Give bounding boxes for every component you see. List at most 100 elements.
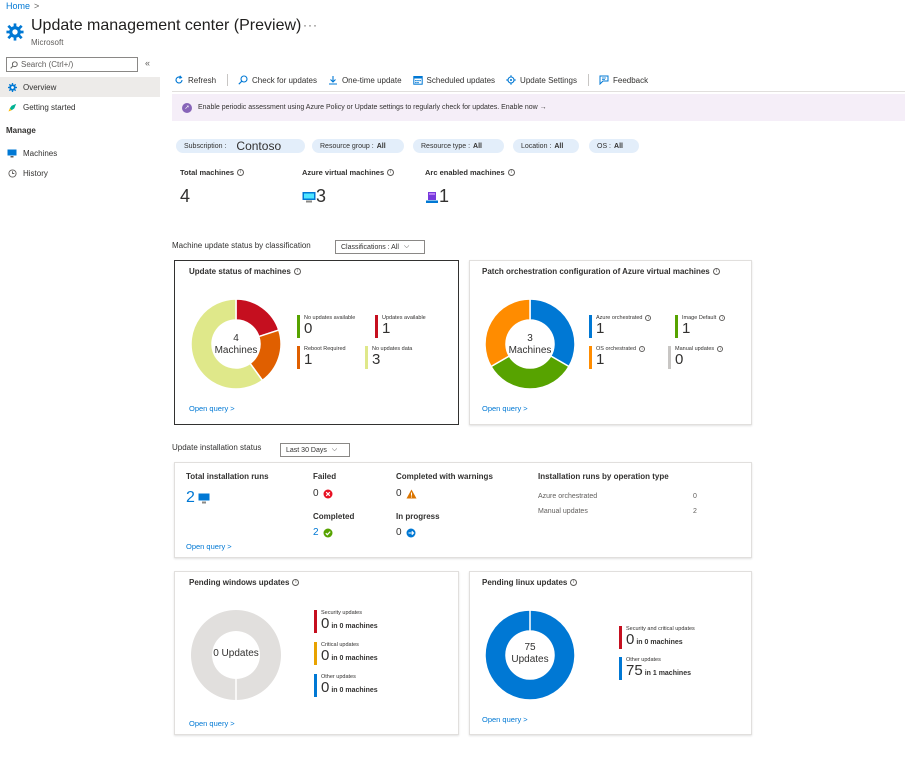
check-for-updates-label: Check for updates	[252, 75, 317, 85]
info-icon[interactable]: i	[237, 169, 245, 176]
total-runs-label: Total installation runs	[186, 472, 269, 481]
total-runs-value[interactable]: 2	[186, 489, 210, 507]
donut-center-value: 75	[524, 642, 536, 653]
legend-machines: in 0 machines	[331, 623, 378, 630]
pending-linux-card[interactable]: Pending linux updates i 75 Updates Securit…	[469, 571, 752, 735]
update-settings-button[interactable]: Update Settings	[506, 75, 577, 85]
warnings-label: Completed with warnings	[396, 472, 493, 481]
feedback-button[interactable]: Feedback	[599, 75, 648, 85]
legend-color-bar	[375, 315, 378, 338]
sidebar-item-history[interactable]: History	[0, 163, 160, 183]
search-input[interactable]: Search (Ctrl+/)	[6, 57, 138, 72]
update-status-card[interactable]: Update status of machines i 4 Machines No …	[174, 260, 459, 425]
open-query-link[interactable]: Open query >	[482, 404, 528, 413]
info-icon[interactable]: i	[292, 579, 300, 586]
info-icon[interactable]: i	[507, 169, 515, 176]
legend-color-bar	[668, 346, 671, 369]
subscription-filter[interactable]: Subscription : Contoso	[176, 139, 305, 153]
warning-icon	[406, 489, 417, 498]
refresh-icon	[175, 75, 183, 84]
gear-icon	[6, 82, 18, 92]
operation-type-label: Azure orchestrated	[538, 493, 598, 500]
legend-image-default[interactable]: Image Default i 1	[675, 315, 726, 338]
info-icon[interactable]: i	[387, 169, 395, 176]
legend-updates-available[interactable]: Updates available 1	[375, 315, 426, 338]
in-progress-value[interactable]: 0	[396, 527, 416, 538]
legend-color-bar	[589, 346, 592, 369]
resource-type-filter[interactable]: Resource type : All	[413, 139, 504, 153]
donut-center-text: Machines	[508, 345, 552, 356]
failed-number: 0	[313, 488, 319, 499]
donut-center-label: 3 Machines	[490, 333, 570, 357]
card-title: Pending linux updates	[482, 578, 568, 587]
filter-label: Resource group :	[320, 142, 374, 150]
breadcrumb-home[interactable]: Home	[6, 1, 30, 11]
chevron-down-icon: ⌵	[331, 446, 338, 453]
open-query-link[interactable]: Open query >	[189, 719, 235, 728]
scheduled-updates-button[interactable]: Scheduled updates	[412, 75, 495, 85]
total-runs-number: 2	[186, 489, 195, 506]
resource-group-filter[interactable]: Resource group : All	[312, 139, 404, 153]
legend-value: 1	[304, 351, 313, 368]
operation-type-label: Manual updates	[538, 508, 588, 515]
open-query-link[interactable]: Open query >	[186, 542, 232, 551]
one-time-update-button[interactable]: One-time update	[328, 75, 402, 85]
completed-value[interactable]: 2	[313, 527, 333, 538]
sidebar-item-getting-started[interactable]: Getting started	[0, 97, 160, 117]
time-range-dropdown[interactable]: Last 30 Days ⌵	[280, 443, 350, 457]
clock-icon	[6, 168, 18, 178]
filter-value: All	[554, 142, 564, 150]
kpi-value[interactable]: 4	[180, 186, 190, 207]
page-title: Update management center (Preview)	[31, 17, 302, 34]
legend-other-updates[interactable]: Other updates 75 in 1 machines	[619, 657, 691, 682]
filter-label: OS :	[597, 142, 612, 150]
location-filter[interactable]: Location : All	[513, 139, 579, 153]
info-icon[interactable]: i	[570, 579, 578, 586]
one-time-update-label: One-time update	[341, 75, 402, 85]
classification-dropdown[interactable]: Classifications : All ⌵	[335, 240, 425, 254]
search-icon	[238, 75, 248, 85]
warnings-value[interactable]: 0	[396, 488, 417, 499]
kpi-value[interactable]: 1	[439, 186, 449, 207]
failed-value[interactable]: 0	[313, 488, 333, 499]
os-filter[interactable]: OS : All	[589, 139, 639, 153]
check-for-updates-button[interactable]: Check for updates	[238, 75, 317, 85]
sidebar-item-label: Getting started	[23, 102, 76, 112]
more-options-button[interactable]: ···	[303, 18, 318, 32]
legend-reboot-required[interactable]: Reboot Required 1	[297, 346, 346, 369]
installation-status-card: Total installation runs 2 Failed 0 Compl…	[174, 462, 752, 558]
command-bar: Refresh Check for updates One-time updat…	[174, 71, 659, 89]
sidebar-item-label: Machines	[23, 148, 58, 158]
sidebar-item-overview[interactable]: Overview	[0, 77, 160, 97]
info-banner[interactable]: ➚ Enable periodic assessment using Azure…	[172, 94, 905, 121]
donut-center-text: Machines	[214, 345, 258, 356]
sidebar-item-machines[interactable]: Machines	[0, 143, 160, 163]
open-query-link[interactable]: Open query >	[482, 715, 528, 724]
donut-slice-updates-available	[235, 298, 280, 338]
search-placeholder: Search (Ctrl+/)	[21, 60, 74, 69]
legend-manual-updates[interactable]: Manual updates i 0	[668, 346, 724, 369]
legend-security-critical-updates[interactable]: Security and critical updates 0 in 0 machi…	[619, 626, 695, 651]
legend-color-bar	[619, 626, 622, 649]
patch-orchestration-card[interactable]: Patch orchestration configuration of Azu…	[469, 260, 752, 425]
legend-other-updates[interactable]: Other updates 0 in 0 machines	[314, 674, 378, 699]
kpi-value[interactable]: 3	[316, 186, 326, 207]
legend-os-orchestrated[interactable]: OS orchestrated i 1	[589, 346, 646, 369]
open-query-link[interactable]: Open query >	[189, 404, 235, 413]
legend-value: 3	[372, 351, 381, 368]
refresh-button[interactable]: Refresh	[174, 75, 216, 85]
donut-slice-image-default	[490, 354, 570, 390]
legend-machines: in 0 machines	[636, 639, 683, 646]
legend-value: 0	[304, 320, 313, 337]
info-icon[interactable]: i	[293, 268, 301, 275]
legend-no-updates-available[interactable]: No updates available 0	[297, 315, 355, 338]
info-icon[interactable]: i	[712, 268, 720, 275]
legend-azure-orchestrated[interactable]: Azure orchestrated i 1	[589, 315, 652, 338]
legend-color-bar	[314, 610, 317, 633]
legend-no-updates-data[interactable]: No updates data 3	[365, 346, 412, 369]
filter-label: Location :	[521, 142, 552, 150]
legend-critical-updates[interactable]: Critical updates 0 in 0 machines	[314, 642, 378, 667]
pending-windows-card[interactable]: Pending windows updates i 0 Updates Secur…	[174, 571, 459, 735]
legend-security-updates[interactable]: Security updates 0 in 0 machines	[314, 610, 378, 635]
collapse-sidebar-button[interactable]: «	[145, 58, 150, 68]
